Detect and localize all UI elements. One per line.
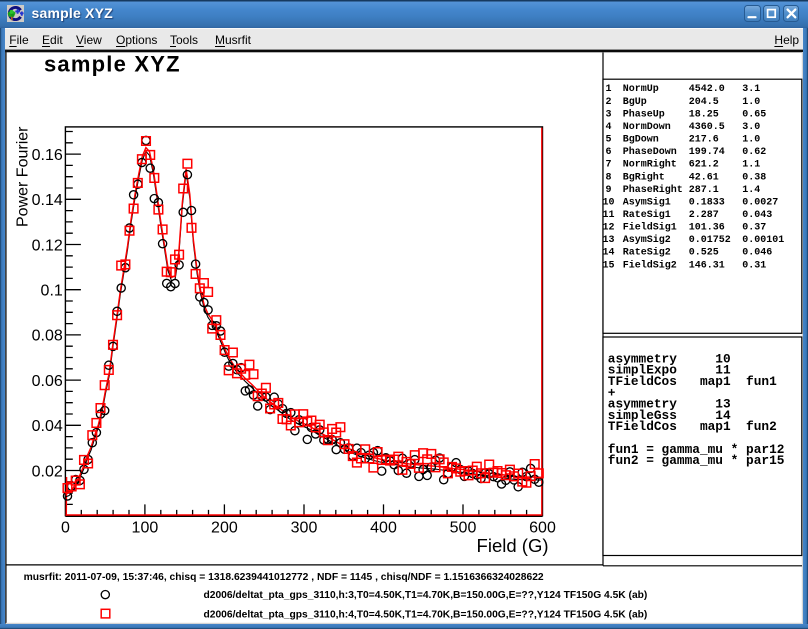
svg-text:0.08: 0.08 [32,328,63,345]
svg-text:300: 300 [291,519,318,536]
svg-text:NormRight: NormRight [623,159,677,171]
svg-text:0.14: 0.14 [32,192,63,209]
svg-text:0.00101: 0.00101 [742,235,784,246]
svg-text:7: 7 [605,160,611,171]
svg-text:AsymSig2: AsymSig2 [623,234,671,246]
svg-text:0.06: 0.06 [32,373,63,390]
svg-text:42.61: 42.61 [689,172,719,183]
svg-text:204.5: 204.5 [689,97,719,108]
svg-text:12: 12 [602,223,614,234]
svg-text:621.2: 621.2 [689,160,719,171]
svg-text:6: 6 [605,147,611,158]
svg-text:RateSig2: RateSig2 [623,247,671,259]
svg-text:NormUp: NormUp [623,84,659,95]
svg-text:0.37: 0.37 [742,223,766,234]
svg-text:0.01752: 0.01752 [689,235,731,246]
svg-text:NormDown: NormDown [623,122,671,133]
svg-text:10: 10 [602,197,614,208]
svg-text:15: 15 [602,260,614,271]
svg-text:0.16: 0.16 [32,147,63,164]
svg-text:RateSig1: RateSig1 [623,209,671,221]
svg-text:sample XYZ: sample XYZ [44,52,181,77]
svg-text:4: 4 [605,122,611,133]
svg-text:4542.0: 4542.0 [689,84,725,95]
svg-text:BgDown: BgDown [623,135,659,146]
svg-text:0.02: 0.02 [32,463,63,480]
svg-text:8: 8 [605,172,611,183]
svg-text:500: 500 [450,519,477,536]
svg-text:3.1: 3.1 [742,84,760,95]
svg-text:Power Fourier: Power Fourier [15,126,32,227]
svg-text:200: 200 [211,519,238,536]
svg-text:AsymSig1: AsymSig1 [623,196,671,208]
svg-text:199.74: 199.74 [689,147,725,158]
svg-text:PhaseDown: PhaseDown [623,146,677,158]
svg-text:4360.5: 4360.5 [689,122,725,133]
svg-text:d2006/deltat_pta_gps_3110,h:4,: d2006/deltat_pta_gps_3110,h:4,T0=4.50K,T… [204,610,648,621]
svg-text:5: 5 [605,135,611,146]
svg-text:1.1: 1.1 [742,160,760,171]
svg-text:400: 400 [370,519,397,536]
svg-text:0.12: 0.12 [32,237,63,254]
svg-text:Field (G): Field (G) [477,535,549,556]
svg-text:100: 100 [132,519,159,536]
svg-text:0: 0 [61,519,70,536]
svg-text:9: 9 [605,185,611,196]
svg-text:fun2 = gamma_mu * par15: fun2 = gamma_mu * par15 [608,453,785,468]
svg-text:TFieldCos map1 fun1: TFieldCos map1 fun1 [608,374,777,389]
svg-text:PhaseUp: PhaseUp [623,108,665,120]
svg-text:1: 1 [605,84,611,95]
svg-text:287.1: 287.1 [689,185,719,196]
svg-text:musrfit: 2011-07-09, 15:37:46,: musrfit: 2011-07-09, 15:37:46, chisq = 1… [24,572,544,583]
svg-text:2.287: 2.287 [689,210,719,221]
svg-text:0.046: 0.046 [742,248,772,259]
svg-text:0.1833: 0.1833 [689,197,725,208]
svg-text:146.31: 146.31 [689,260,725,271]
svg-text:d2006/deltat_pta_gps_3110,h:3,: d2006/deltat_pta_gps_3110,h:3,T0=4.50K,T… [204,590,648,601]
svg-text:BgUp: BgUp [623,97,647,108]
svg-text:217.6: 217.6 [689,135,719,146]
svg-text:2: 2 [605,97,611,108]
svg-text:11: 11 [602,210,614,221]
svg-text:0.043: 0.043 [742,210,772,221]
svg-text:0.525: 0.525 [689,248,719,259]
svg-text:0.62: 0.62 [742,147,766,158]
svg-text:3: 3 [605,109,611,120]
svg-text:14: 14 [602,248,614,259]
svg-text:0.1: 0.1 [41,283,63,300]
svg-text:600: 600 [529,519,556,536]
svg-text:0.04: 0.04 [32,418,63,435]
svg-text:0.31: 0.31 [742,260,766,271]
svg-text:3.0: 3.0 [742,122,760,133]
svg-text:PhaseRight: PhaseRight [623,184,683,196]
svg-text:TFieldCos map1 fun2: TFieldCos map1 fun2 [608,419,777,434]
svg-text:1.0: 1.0 [742,135,760,146]
svg-text:0.38: 0.38 [742,172,766,183]
svg-text:18.25: 18.25 [689,109,719,120]
svg-text:0.65: 0.65 [742,109,766,120]
svg-text:BgRight: BgRight [623,171,665,183]
svg-text:101.36: 101.36 [689,223,725,234]
svg-text:1.4: 1.4 [742,185,760,196]
svg-text:FieldSig2: FieldSig2 [623,259,677,271]
svg-text:FieldSig1: FieldSig1 [623,222,677,234]
svg-text:0.0027: 0.0027 [742,197,778,208]
svg-text:13: 13 [602,235,614,246]
svg-text:1.0: 1.0 [742,97,760,108]
